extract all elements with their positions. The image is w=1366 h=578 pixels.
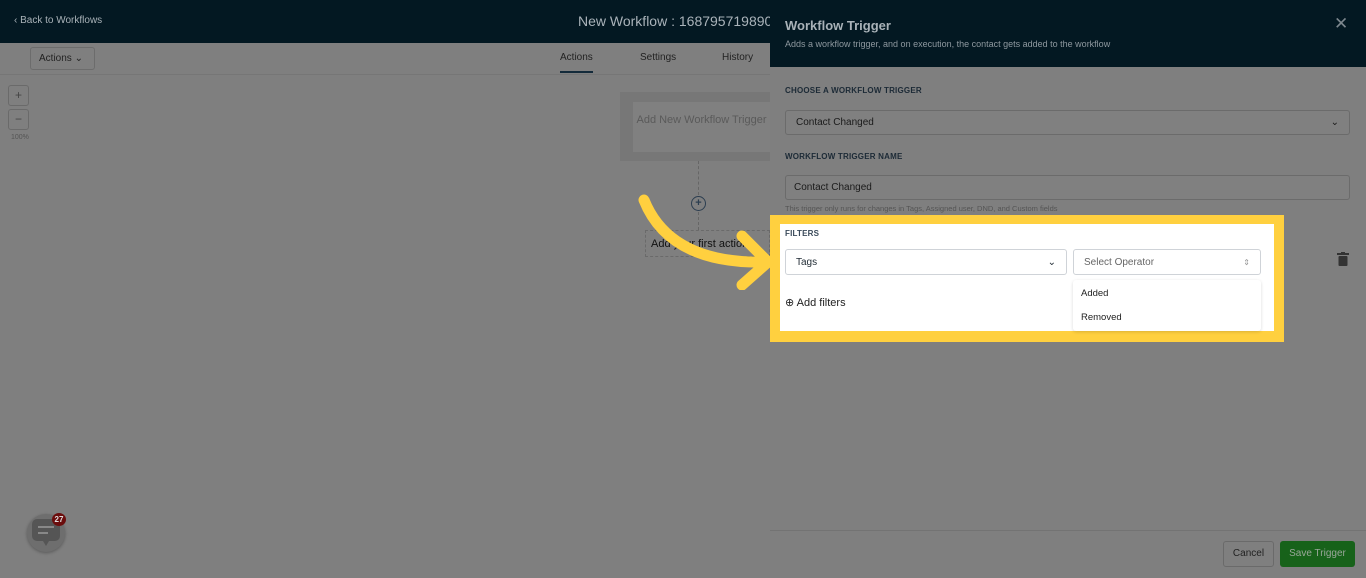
choose-trigger-label: CHOOSE A WORKFLOW TRIGGER [785, 86, 922, 95]
panel-header [770, 0, 1366, 67]
updown-icon: ⇕ [1243, 257, 1250, 267]
filter-field-value: Tags [796, 256, 818, 268]
trigger-name-value: Contact Changed [794, 182, 872, 193]
operator-placeholder: Select Operator [1084, 256, 1155, 268]
trash-icon[interactable] [1337, 252, 1349, 266]
operator-select[interactable]: Select Operator ⇕ [1073, 249, 1261, 275]
trigger-name-input[interactable]: Contact Changed [785, 175, 1350, 200]
actions-dropdown[interactable]: Actions ⌄ [30, 47, 95, 70]
panel-subtitle: Adds a workflow trigger, and on executio… [785, 39, 1111, 49]
back-to-workflows-link[interactable]: ‹ Back to Workflows [14, 15, 102, 26]
add-trigger-card[interactable]: Add New Workflow Trigger [633, 102, 770, 152]
workflow-title: New Workflow : 1687957198908 [578, 13, 781, 29]
arrow-annotation [638, 194, 774, 290]
chevron-down-icon: ⌄ [1047, 256, 1056, 268]
trigger-card-label: Add New Workflow Trigger [636, 114, 767, 126]
trigger-name-label: WORKFLOW TRIGGER NAME [785, 152, 903, 161]
plus-circle-icon: ⊕ [785, 297, 795, 309]
zoom-level: 100% [11, 134, 29, 141]
trigger-select[interactable]: Contact Changed ⌄ [785, 110, 1350, 135]
tab-actions[interactable]: Actions [560, 52, 593, 73]
tab-history[interactable]: History [722, 52, 753, 63]
notification-badge: 27 [52, 513, 66, 526]
operator-option-removed[interactable]: Removed [1081, 312, 1122, 323]
zoom-out-button[interactable]: − [8, 109, 29, 130]
panel-title: Workflow Trigger [785, 18, 891, 33]
add-filters-button[interactable]: ⊕ Add filters [785, 296, 846, 309]
panel-footer-divider [770, 530, 1366, 531]
chevron-down-icon: ⌄ [1330, 117, 1339, 128]
trigger-select-value: Contact Changed [796, 117, 874, 128]
chevron-down-icon: ⌄ [74, 53, 83, 64]
close-icon[interactable]: ✕ [1334, 14, 1348, 34]
operator-option-added[interactable]: Added [1081, 288, 1108, 299]
save-trigger-button[interactable]: Save Trigger [1280, 541, 1355, 567]
back-label: Back to Workflows [20, 15, 103, 26]
add-filters-label: Add filters [796, 297, 846, 309]
filter-field-select[interactable]: Tags ⌄ [785, 249, 1067, 275]
filters-label: FILTERS [785, 229, 820, 238]
tab-settings[interactable]: Settings [640, 52, 676, 63]
cancel-button[interactable]: Cancel [1223, 541, 1274, 567]
zoom-in-button[interactable]: + [8, 85, 29, 106]
actions-label: Actions [39, 53, 72, 64]
trigger-hint: This trigger only runs for changes in Ta… [785, 204, 1058, 213]
